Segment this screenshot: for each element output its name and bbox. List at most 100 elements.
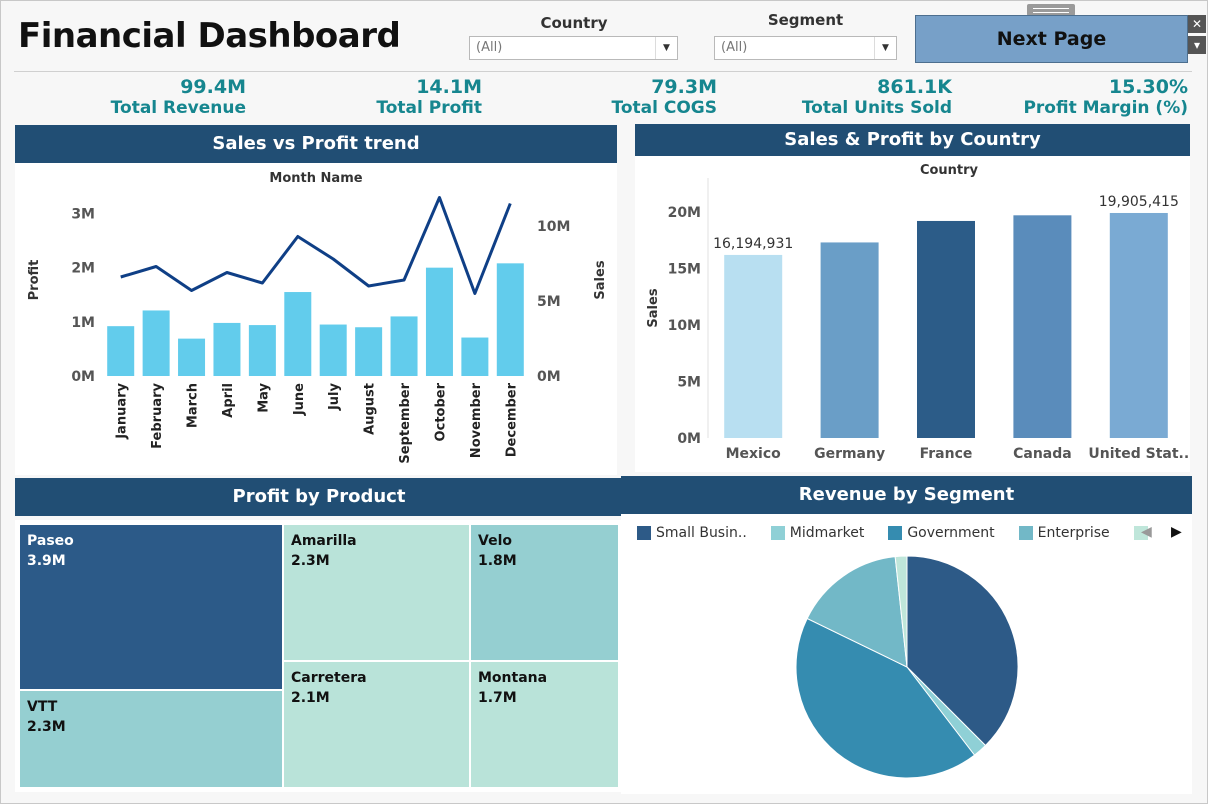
legend-next-icon[interactable]: ▶ bbox=[1171, 524, 1182, 540]
treemap-tile-value: 1.7M bbox=[478, 690, 517, 706]
y-tick-label: 10M bbox=[668, 318, 701, 334]
profit-bar bbox=[425, 267, 453, 376]
y-tick-label-left: 3M bbox=[71, 207, 95, 223]
y-tick-label-left: 1M bbox=[71, 315, 95, 331]
profit-bar bbox=[355, 327, 383, 376]
x-tick-label: July bbox=[327, 382, 342, 411]
chart-title: Country bbox=[920, 163, 979, 178]
country-bar bbox=[1013, 215, 1072, 438]
y-tick-label: 5M bbox=[677, 374, 701, 390]
y-tick-label: 20M bbox=[668, 205, 701, 221]
legend-swatch bbox=[1018, 526, 1033, 540]
legend-label: Small Busin.. bbox=[656, 525, 747, 541]
x-tick-label: February bbox=[150, 382, 165, 448]
treemap-tile-name: Montana bbox=[478, 670, 548, 686]
kpi-profit-margin: 15.30% Profit Margin (%) bbox=[990, 76, 1188, 118]
profit-bar bbox=[142, 310, 170, 376]
x-tick-label: France bbox=[920, 446, 973, 462]
treemap-tile-paseo[interactable]: Paseo 3.9M bbox=[19, 524, 283, 690]
profit-bar bbox=[496, 263, 524, 376]
country-filter-value: (All) bbox=[476, 40, 503, 55]
y-tick-label-left: 2M bbox=[71, 261, 95, 277]
kpi-value: 861.1K bbox=[877, 76, 952, 98]
kpi-total-cogs: 79.3M Total COGS bbox=[540, 76, 718, 118]
y-tick-label-right: 5M bbox=[537, 294, 561, 310]
kpi-label: Total Units Sold bbox=[801, 98, 952, 118]
country-filter-dropdown[interactable]: (All) ▼ bbox=[469, 36, 678, 60]
profit-bar bbox=[213, 322, 241, 376]
legend-swatch bbox=[770, 526, 785, 540]
chevron-down-icon: ▼ bbox=[874, 37, 896, 59]
segment-filter-label: Segment bbox=[767, 11, 844, 29]
next-page-button[interactable]: Next Page bbox=[915, 15, 1188, 63]
treemap-tile-value: 2.3M bbox=[27, 719, 66, 735]
kpi-total-units-sold: 861.1K Total Units Sold bbox=[760, 76, 952, 118]
y-tick-label-right: 0M bbox=[537, 369, 561, 385]
country-bar bbox=[1109, 212, 1168, 438]
x-tick-label: December bbox=[504, 382, 519, 457]
segment-panel-header: Revenue by Segment bbox=[621, 476, 1192, 514]
treemap-tile-name: Amarilla bbox=[291, 533, 357, 549]
legend-prev-icon[interactable]: ◀ bbox=[1141, 524, 1152, 540]
y-tick-label: 15M bbox=[668, 261, 701, 277]
treemap-tile-vtt[interactable]: VTT 2.3M bbox=[19, 690, 283, 788]
sales-by-country-chart[interactable]: Country Sales 0M 5M 10M 15M 20M 16,194,931 Mexic… bbox=[635, 156, 1190, 472]
kpi-total-profit: 14.1M Total Profit bbox=[300, 76, 482, 118]
treemap-tile-montana[interactable]: Montana 1.7M bbox=[470, 661, 619, 788]
treemap-tile-name: Velo bbox=[478, 533, 512, 549]
legend-item[interactable]: Small Busin.. bbox=[637, 522, 747, 544]
x-tick-label: April bbox=[221, 383, 236, 418]
kpi-value: 14.1M bbox=[416, 76, 482, 98]
treemap-tile-name: Carretera bbox=[291, 670, 367, 686]
data-label: 19,905,415 bbox=[1099, 194, 1179, 210]
y-tick-label-left: 0M bbox=[71, 369, 95, 385]
y-axis-label-left: Profit bbox=[27, 260, 42, 301]
country-panel-body: Country Sales 0M 5M 10M 15M 20M 16,194,931 Mexic… bbox=[635, 156, 1190, 472]
trend-panel-header: Sales vs Profit trend bbox=[15, 125, 617, 163]
y-tick-label: 0M bbox=[677, 431, 701, 447]
profit-by-product-treemap[interactable]: Paseo 3.9M VTT 2.3M Amarilla 2.3M Carretera 2.1… bbox=[19, 524, 619, 788]
chart-title: Month Name bbox=[269, 171, 362, 186]
profit-bar bbox=[107, 326, 135, 376]
more-options-icon[interactable]: ▾ bbox=[1188, 36, 1206, 54]
x-tick-label: Mexico bbox=[726, 446, 782, 462]
y-axis-label-right: Sales bbox=[593, 260, 608, 299]
treemap-tile-value: 3.9M bbox=[27, 553, 66, 569]
legend-label: Government bbox=[907, 525, 995, 541]
treemap-tile-value: 1.8M bbox=[478, 553, 517, 569]
country-bar bbox=[724, 254, 783, 438]
data-label: 16,194,931 bbox=[713, 236, 793, 252]
treemap-tile-velo[interactable]: Velo 1.8M bbox=[470, 524, 619, 661]
product-panel-header: Profit by Product bbox=[15, 478, 623, 516]
y-tick-label-right: 10M bbox=[537, 219, 570, 235]
kpi-value: 15.30% bbox=[1108, 76, 1188, 98]
profit-bar bbox=[319, 324, 347, 376]
chevron-down-icon: ▼ bbox=[655, 37, 677, 59]
close-icon[interactable]: ✕ bbox=[1188, 15, 1206, 33]
kpi-label: Total Profit bbox=[376, 98, 482, 118]
treemap-tile-carretera[interactable]: Carretera 2.1M bbox=[283, 661, 470, 788]
x-tick-label: November bbox=[469, 382, 484, 458]
x-tick-label: Canada bbox=[1013, 446, 1072, 462]
profit-bar bbox=[461, 337, 489, 376]
country-panel-header: Sales & Profit by Country bbox=[635, 124, 1190, 156]
country-filter-label: Country bbox=[540, 14, 608, 32]
legend-label: Midmarket bbox=[789, 525, 865, 541]
sales-profit-trend-chart[interactable]: Month Name Profit Sales 0M 1M 2M 3M 0M 5M 10M Janu… bbox=[15, 163, 617, 475]
profit-bar bbox=[390, 316, 418, 376]
x-tick-label: May bbox=[256, 382, 271, 412]
revenue-by-segment-pie[interactable] bbox=[771, 540, 1043, 794]
treemap-tile-amarilla[interactable]: Amarilla 2.3M bbox=[283, 524, 470, 661]
treemap-tile-name: VTT bbox=[27, 699, 58, 715]
x-tick-label: March bbox=[186, 383, 201, 428]
legend-label: Enterprise bbox=[1037, 525, 1110, 541]
treemap-tile-value: 2.1M bbox=[291, 690, 330, 706]
segment-filter-value: (All) bbox=[721, 40, 748, 55]
treemap-tile-value: 2.3M bbox=[291, 553, 330, 569]
legend-swatch bbox=[888, 526, 903, 540]
segment-filter-dropdown[interactable]: (All) ▼ bbox=[714, 36, 897, 60]
x-tick-label: January bbox=[115, 382, 130, 439]
kpi-label: Total COGS bbox=[611, 98, 718, 118]
kpi-value: 79.3M bbox=[651, 76, 717, 98]
x-tick-label: United Stat.. bbox=[1088, 446, 1189, 462]
